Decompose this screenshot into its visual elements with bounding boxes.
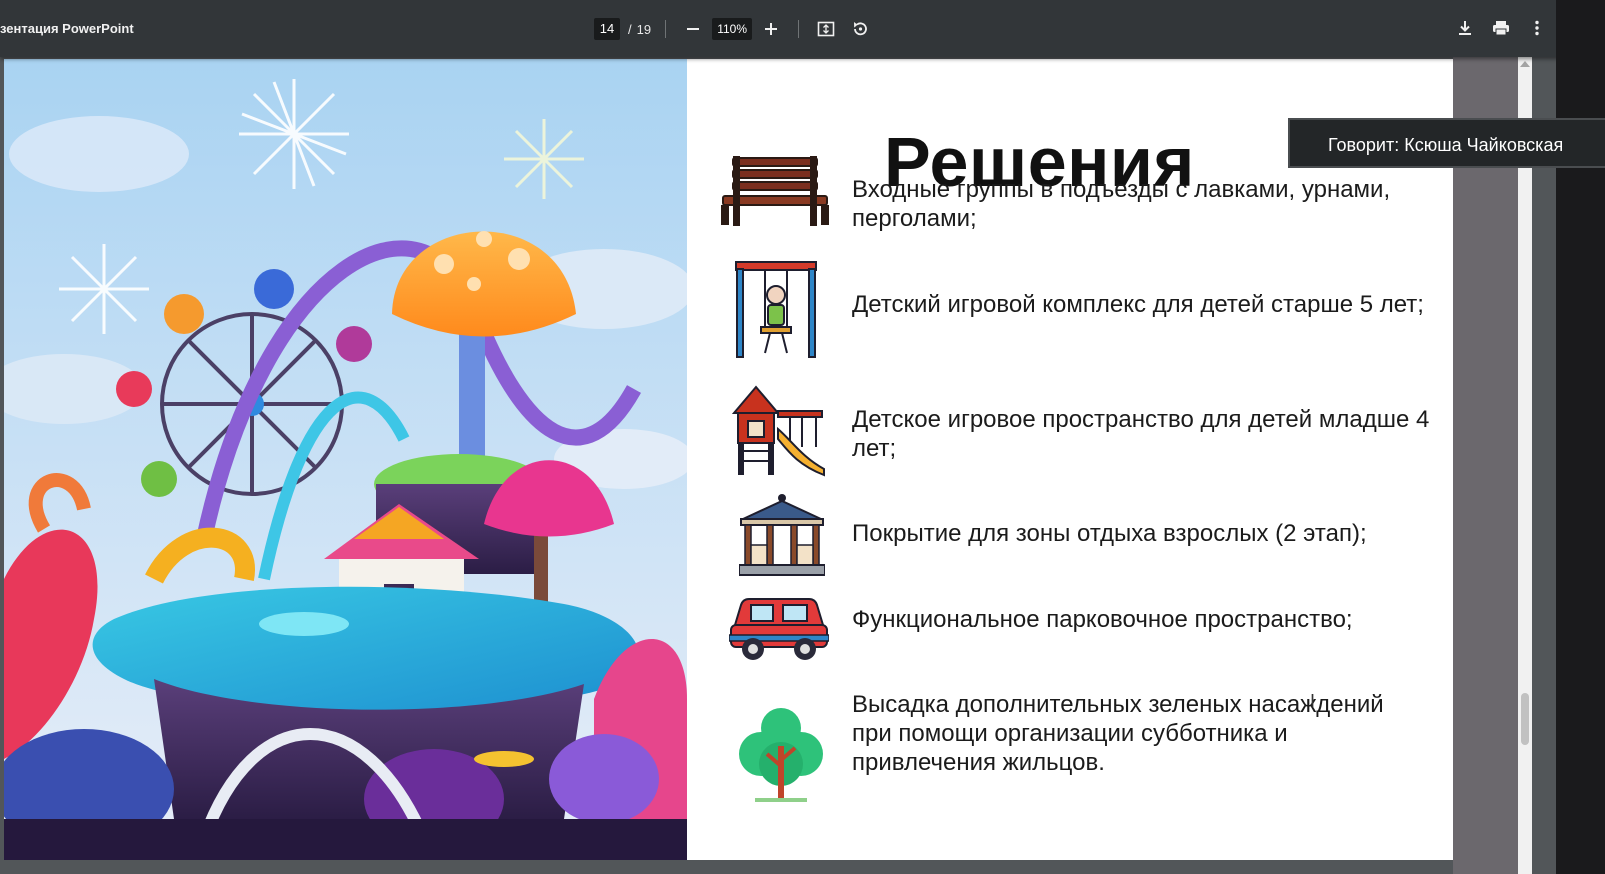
zoom-level-input[interactable]: 110% xyxy=(712,18,753,40)
fantasy-playground-illustration xyxy=(4,59,687,860)
text-cursor-icon: I xyxy=(1310,691,1316,711)
rotate-button[interactable] xyxy=(847,16,873,42)
solution-item-2: Детский игровой комплекс для детей старш… xyxy=(852,291,1424,318)
page-separator: / xyxy=(628,21,632,37)
more-options-button[interactable] xyxy=(1524,15,1550,41)
scrollbar-thumb[interactable] xyxy=(1521,693,1529,745)
printer-icon xyxy=(1493,21,1509,36)
pdf-toolbar: зентация PowerPoint 14 / 19 110% xyxy=(0,0,1568,57)
page-number-input[interactable]: 14 xyxy=(594,18,620,40)
tree-icon xyxy=(739,708,823,802)
car-icon xyxy=(729,598,829,660)
file-actions xyxy=(1452,15,1550,41)
toolbar-divider xyxy=(665,20,667,38)
page-zoom-controls: 14 / 19 110% xyxy=(594,16,873,42)
fit-to-page-button[interactable] xyxy=(813,16,839,42)
bench-icon xyxy=(721,156,829,226)
print-button[interactable] xyxy=(1488,15,1514,41)
active-speaker-label: Говорит: Ксюша Чайковская xyxy=(1288,118,1605,168)
solution-item-3: Детское игровое пространство для детей м… xyxy=(852,406,1430,462)
scroll-up-arrow-icon[interactable] xyxy=(1520,61,1530,67)
zoom-out-button[interactable] xyxy=(680,16,706,42)
solution-item-1: Входные группы в подъезды с лавками, урн… xyxy=(852,176,1391,232)
playhouse-slide-icon xyxy=(732,385,825,477)
rotate-icon xyxy=(854,22,867,36)
fit-page-icon xyxy=(817,21,835,37)
more-vertical-icon xyxy=(1535,20,1539,36)
solution-item-6: Высадка дополнительных зеленых насаждени… xyxy=(852,691,1384,776)
zoom-in-button[interactable] xyxy=(758,16,784,42)
download-icon xyxy=(1459,21,1471,35)
minus-icon xyxy=(687,28,700,30)
vertical-scrollbar[interactable] xyxy=(1518,57,1532,874)
download-button[interactable] xyxy=(1452,15,1478,41)
document-title: зентация PowerPoint xyxy=(0,21,134,36)
page-margin xyxy=(1453,57,1518,874)
plus-icon xyxy=(765,23,778,35)
toolbar-divider xyxy=(798,20,800,38)
swing-icon xyxy=(735,261,817,358)
pdf-page: Решения Входные группы в подъезды с лавк… xyxy=(4,59,1453,860)
solution-item-5: Функциональное парковочное пространство; xyxy=(852,606,1353,633)
gazebo-icon xyxy=(739,494,825,576)
solution-item-4: Покрытие для зоны отдыха взрослых (2 эта… xyxy=(852,520,1367,547)
total-pages: 19 xyxy=(636,21,652,37)
